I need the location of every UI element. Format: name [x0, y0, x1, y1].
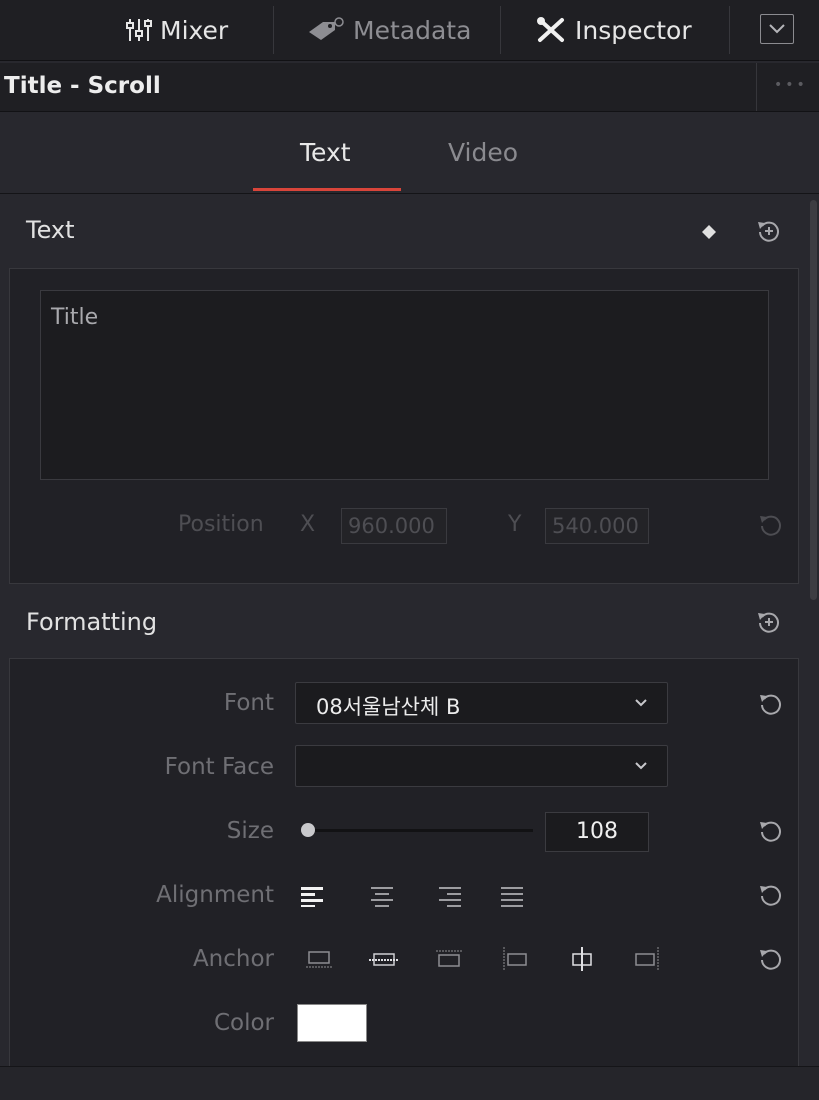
- formatting-section-header[interactable]: Formatting: [0, 592, 806, 654]
- metadata-button[interactable]: Metadata: [305, 0, 471, 60]
- panel-toggle-icon: [769, 24, 785, 34]
- anchor-label: Anchor: [192, 946, 274, 972]
- font-dropdown[interactable]: 08서울남산체 B: [295, 682, 668, 724]
- size-slider-track[interactable]: [305, 829, 533, 832]
- inspector-label: Inspector: [575, 15, 692, 45]
- color-label: Color: [213, 1010, 274, 1036]
- position-label: Position: [178, 512, 264, 537]
- more-options-icon[interactable]: •••: [774, 77, 808, 93]
- reset-icon[interactable]: [757, 511, 785, 539]
- anchor-middle-icon[interactable]: [368, 945, 400, 973]
- size-field[interactable]: 108: [545, 812, 649, 852]
- reset-icon[interactable]: [755, 217, 783, 245]
- clip-title: Title - Scroll: [4, 73, 161, 99]
- align-right-icon[interactable]: [434, 882, 466, 910]
- font-value: 08서울남산체 B: [316, 695, 461, 719]
- reset-icon[interactable]: [757, 945, 785, 973]
- reset-icon[interactable]: [757, 881, 785, 909]
- panel-toggle-button[interactable]: [760, 14, 794, 44]
- font-face-label: Font Face: [164, 754, 274, 780]
- anchor-left-icon[interactable]: [500, 945, 532, 973]
- toolbar-divider: [500, 6, 501, 54]
- anchor-bottom-icon[interactable]: [434, 945, 466, 973]
- position-x-field[interactable]: 960.000: [341, 508, 447, 544]
- tab-text[interactable]: Text: [300, 138, 351, 167]
- inspector-button[interactable]: Inspector: [535, 0, 692, 60]
- position-y-label: Y: [508, 512, 522, 537]
- tab-video[interactable]: Video: [448, 138, 518, 167]
- toolbar-divider: [273, 6, 274, 54]
- size-label: Size: [226, 818, 274, 844]
- align-justify-icon[interactable]: [498, 882, 530, 910]
- alignment-label: Alignment: [156, 882, 274, 908]
- color-swatch[interactable]: [297, 1004, 367, 1042]
- reset-icon[interactable]: [757, 817, 785, 845]
- anchor-top-icon[interactable]: [304, 945, 336, 973]
- mixer-button[interactable]: Mixer: [126, 0, 228, 60]
- reset-icon[interactable]: [755, 608, 783, 636]
- keyframe-diamond-icon[interactable]: [701, 224, 717, 240]
- formatting-section-title: Formatting: [26, 608, 158, 636]
- metadata-icon: [309, 17, 344, 40]
- size-slider-handle[interactable]: [300, 823, 315, 837]
- top-toolbar: Mixer Metadata Inspector: [0, 0, 819, 61]
- inspector-tabs: Text Video: [0, 112, 819, 194]
- font-face-dropdown[interactable]: [295, 745, 668, 787]
- align-left-icon[interactable]: [298, 882, 330, 910]
- text-section-header[interactable]: Text: [0, 200, 806, 262]
- position-x-label: X: [300, 512, 316, 537]
- anchor-right-icon[interactable]: [632, 945, 664, 973]
- mixer-icon: [126, 19, 152, 41]
- text-section-title: Text: [26, 216, 75, 244]
- reset-icon[interactable]: [757, 690, 785, 718]
- bottom-bar: [0, 1066, 819, 1100]
- chevron-down-icon: [635, 699, 647, 707]
- scrollbar-thumb[interactable]: [810, 200, 817, 600]
- anchor-center-icon[interactable]: [566, 945, 598, 973]
- title-divider: [756, 63, 757, 111]
- chevron-down-icon: [635, 762, 647, 770]
- inspector-title-bar: Title - Scroll •••: [0, 63, 819, 112]
- title-text-input[interactable]: Title: [40, 290, 769, 480]
- mixer-label: Mixer: [160, 15, 229, 45]
- align-center-icon[interactable]: [366, 882, 398, 910]
- metadata-label: Metadata: [353, 15, 472, 45]
- font-label: Font: [223, 690, 274, 716]
- toolbar-divider: [729, 6, 730, 54]
- active-tab-indicator: [253, 188, 401, 191]
- inspector-icon: [537, 17, 564, 42]
- position-y-field[interactable]: 540.000: [545, 508, 649, 544]
